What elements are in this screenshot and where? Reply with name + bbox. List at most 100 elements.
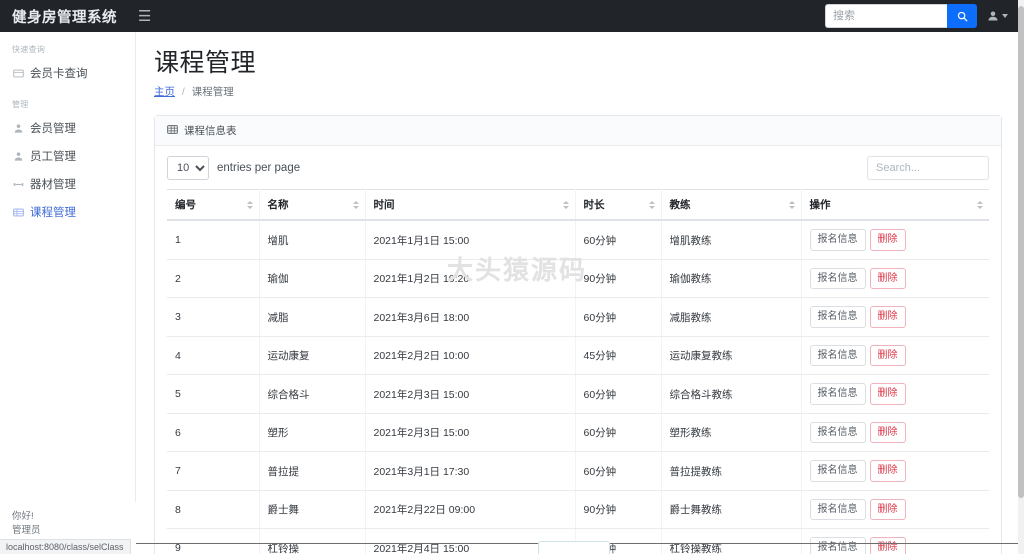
delete-button[interactable]: 删除 [869, 306, 906, 328]
sort-icon [977, 200, 983, 209]
navbar-search-group [825, 4, 977, 28]
cell-name: 塑形 [259, 413, 366, 453]
cell-coach: 普拉提教练 [661, 451, 802, 491]
cell-time: 2021年3月1日 17:30 [365, 451, 576, 491]
navbar-search-input[interactable] [825, 4, 947, 28]
table-head: 编号 名称 时间 时长 教练 操作 [167, 189, 989, 222]
table-row: 7 普拉提 2021年3月1日 17:30 60分钟 普拉提教练 报名信息 删除 [167, 451, 989, 491]
cell-name: 瑜伽 [259, 259, 366, 299]
course-table-card: 课程信息表 102550100 entries per page 编号 名称 时… [154, 115, 1002, 554]
cell-time: 2021年1月1日 15:00 [365, 220, 576, 260]
signup-info-button[interactable]: 报名信息 [809, 306, 866, 328]
cell-name: 爵士舞 [259, 490, 366, 530]
cell-operations: 报名信息 删除 [801, 413, 989, 453]
cutoff-bottom-button[interactable] [538, 541, 610, 554]
sidebar-item-label: 器材管理 [30, 179, 76, 191]
table-row: 2 瑜伽 2021年1月2日 10:20 90分钟 瑜伽教练 报名信息 删除 [167, 259, 989, 299]
column-header-time[interactable]: 时间 [365, 189, 576, 222]
cell-time: 2021年3月6日 18:00 [365, 297, 576, 337]
sidebar-item-equipment-management[interactable]: 器材管理 [0, 170, 135, 198]
sidebar-section-label-manage: 管理 [12, 100, 29, 109]
delete-button[interactable]: 删除 [869, 383, 906, 405]
signup-info-button[interactable]: 报名信息 [809, 383, 866, 405]
cell-time: 2021年2月3日 15:00 [365, 374, 576, 414]
cell-name: 普拉提 [259, 451, 366, 491]
cell-coach: 运动康复教练 [661, 336, 802, 376]
cell-coach: 塑形教练 [661, 413, 802, 453]
navbar-search-button[interactable] [947, 4, 977, 28]
delete-button[interactable]: 删除 [869, 421, 906, 444]
table-row: 3 减脂 2021年3月6日 18:00 60分钟 减脂教练 报名信息 删除 [167, 297, 989, 337]
cell-coach: 增肌教练 [661, 220, 802, 260]
cell-time: 2021年1月2日 10:20 [365, 259, 576, 299]
breadcrumb-home-link[interactable]: 主页 [154, 86, 175, 98]
table-search-input[interactable] [867, 156, 989, 181]
page-header: 课程管理 主页 / 课程管理 [136, 32, 1018, 99]
column-header-duration[interactable]: 时长 [575, 189, 662, 222]
cell-coach: 瑜伽教练 [661, 259, 802, 299]
delete-button[interactable]: 删除 [869, 537, 906, 554]
card-icon [12, 67, 24, 79]
column-label: 时长 [583, 199, 605, 212]
column-header-name[interactable]: 名称 [259, 189, 366, 222]
cell-operations: 报名信息 删除 [801, 528, 989, 554]
table-row: 4 运动康复 2021年2月2日 10:00 45分钟 运动康复教练 报名信息 删除 [167, 336, 989, 376]
cell-name: 增肌 [259, 220, 366, 260]
page-length-select[interactable]: 102550100 [167, 156, 209, 181]
cell-time: 2021年2月3日 15:00 [365, 413, 576, 453]
cell-operations: 报名信息 删除 [801, 374, 989, 414]
sidebar-item-label: 课程管理 [30, 207, 76, 219]
signup-info-button[interactable]: 报名信息 [809, 537, 866, 554]
delete-button[interactable]: 删除 [869, 498, 906, 521]
cell-id: 6 [167, 413, 260, 453]
signup-info-button[interactable]: 报名信息 [809, 344, 866, 367]
page-bottom-divider [0, 543, 1018, 544]
signup-info-button[interactable]: 报名信息 [809, 460, 866, 482]
sort-icon [562, 200, 569, 209]
signup-info-button[interactable]: 报名信息 [809, 421, 866, 444]
user-menu-button[interactable] [987, 10, 1008, 22]
delete-button[interactable]: 删除 [869, 460, 906, 482]
signup-info-button[interactable]: 报名信息 [809, 498, 866, 521]
course-table: 编号 名称 时间 时长 教练 操作 1 增肌 2021年1月1日 15:00 60分钟… [167, 189, 989, 554]
delete-button[interactable]: 删除 [869, 229, 906, 251]
sidebar: 快速查询 会员卡查询 管理 会员管理 员工管理 器材管理 课程管理 你好! 管理… [0, 32, 136, 554]
column-label: 名称 [267, 199, 289, 212]
cell-dur: 90分钟 [575, 259, 662, 299]
page-title: 课程管理 [154, 49, 257, 77]
table-row: 5 综合格斗 2021年2月3日 15:00 60分钟 综合格斗教练 报名信息 删除 [167, 374, 989, 414]
status-bar-url: localhost:8080/class/selClass [6, 542, 124, 552]
page-length-group: 102550100 entries per page [167, 156, 300, 181]
table-row: 1 增肌 2021年1月1日 15:00 60分钟 增肌教练 报名信息 删除 [167, 220, 989, 260]
signup-info-button[interactable]: 报名信息 [809, 267, 866, 290]
cell-dur: 60分钟 [575, 297, 662, 337]
cell-coach: 杠铃操教练 [661, 528, 802, 554]
cell-name: 运动康复 [259, 336, 366, 376]
cell-id: 2 [167, 259, 260, 299]
cell-operations: 报名信息 删除 [801, 490, 989, 530]
cell-time: 2021年2月22日 09:00 [365, 490, 576, 530]
sort-icon [648, 200, 655, 209]
sidebar-item-member-management[interactable]: 会员管理 [0, 114, 135, 142]
sidebar-item-member-card-query[interactable]: 会员卡查询 [0, 59, 135, 87]
hamburger-icon[interactable]: ☰ [130, 5, 159, 28]
delete-button[interactable]: 删除 [869, 344, 906, 367]
user-icon [988, 11, 998, 21]
table-controls: 102550100 entries per page [167, 156, 989, 181]
sidebar-item-staff-management[interactable]: 员工管理 [0, 142, 135, 170]
column-header-coach[interactable]: 教练 [661, 189, 802, 222]
cell-id: 9 [167, 528, 260, 554]
search-icon [957, 11, 967, 21]
signup-info-button[interactable]: 报名信息 [809, 229, 866, 251]
top-navbar: 健身房管理系统 ☰ [0, 0, 1018, 32]
delete-button[interactable]: 删除 [869, 267, 906, 290]
cell-dur: 45分钟 [575, 336, 662, 376]
column-header-id[interactable]: 编号 [167, 189, 260, 222]
sidebar-item-course-management[interactable]: 课程管理 [0, 198, 135, 226]
page-scrollbar-thumb[interactable] [1018, 6, 1024, 498]
column-header-operations[interactable]: 操作 [801, 189, 989, 222]
cell-coach: 减脂教练 [661, 297, 802, 337]
sidebar-item-label: 员工管理 [30, 151, 76, 163]
table-row: 6 塑形 2021年2月3日 15:00 60分钟 塑形教练 报名信息 删除 [167, 413, 989, 453]
cell-time: 2021年2月2日 10:00 [365, 336, 576, 376]
